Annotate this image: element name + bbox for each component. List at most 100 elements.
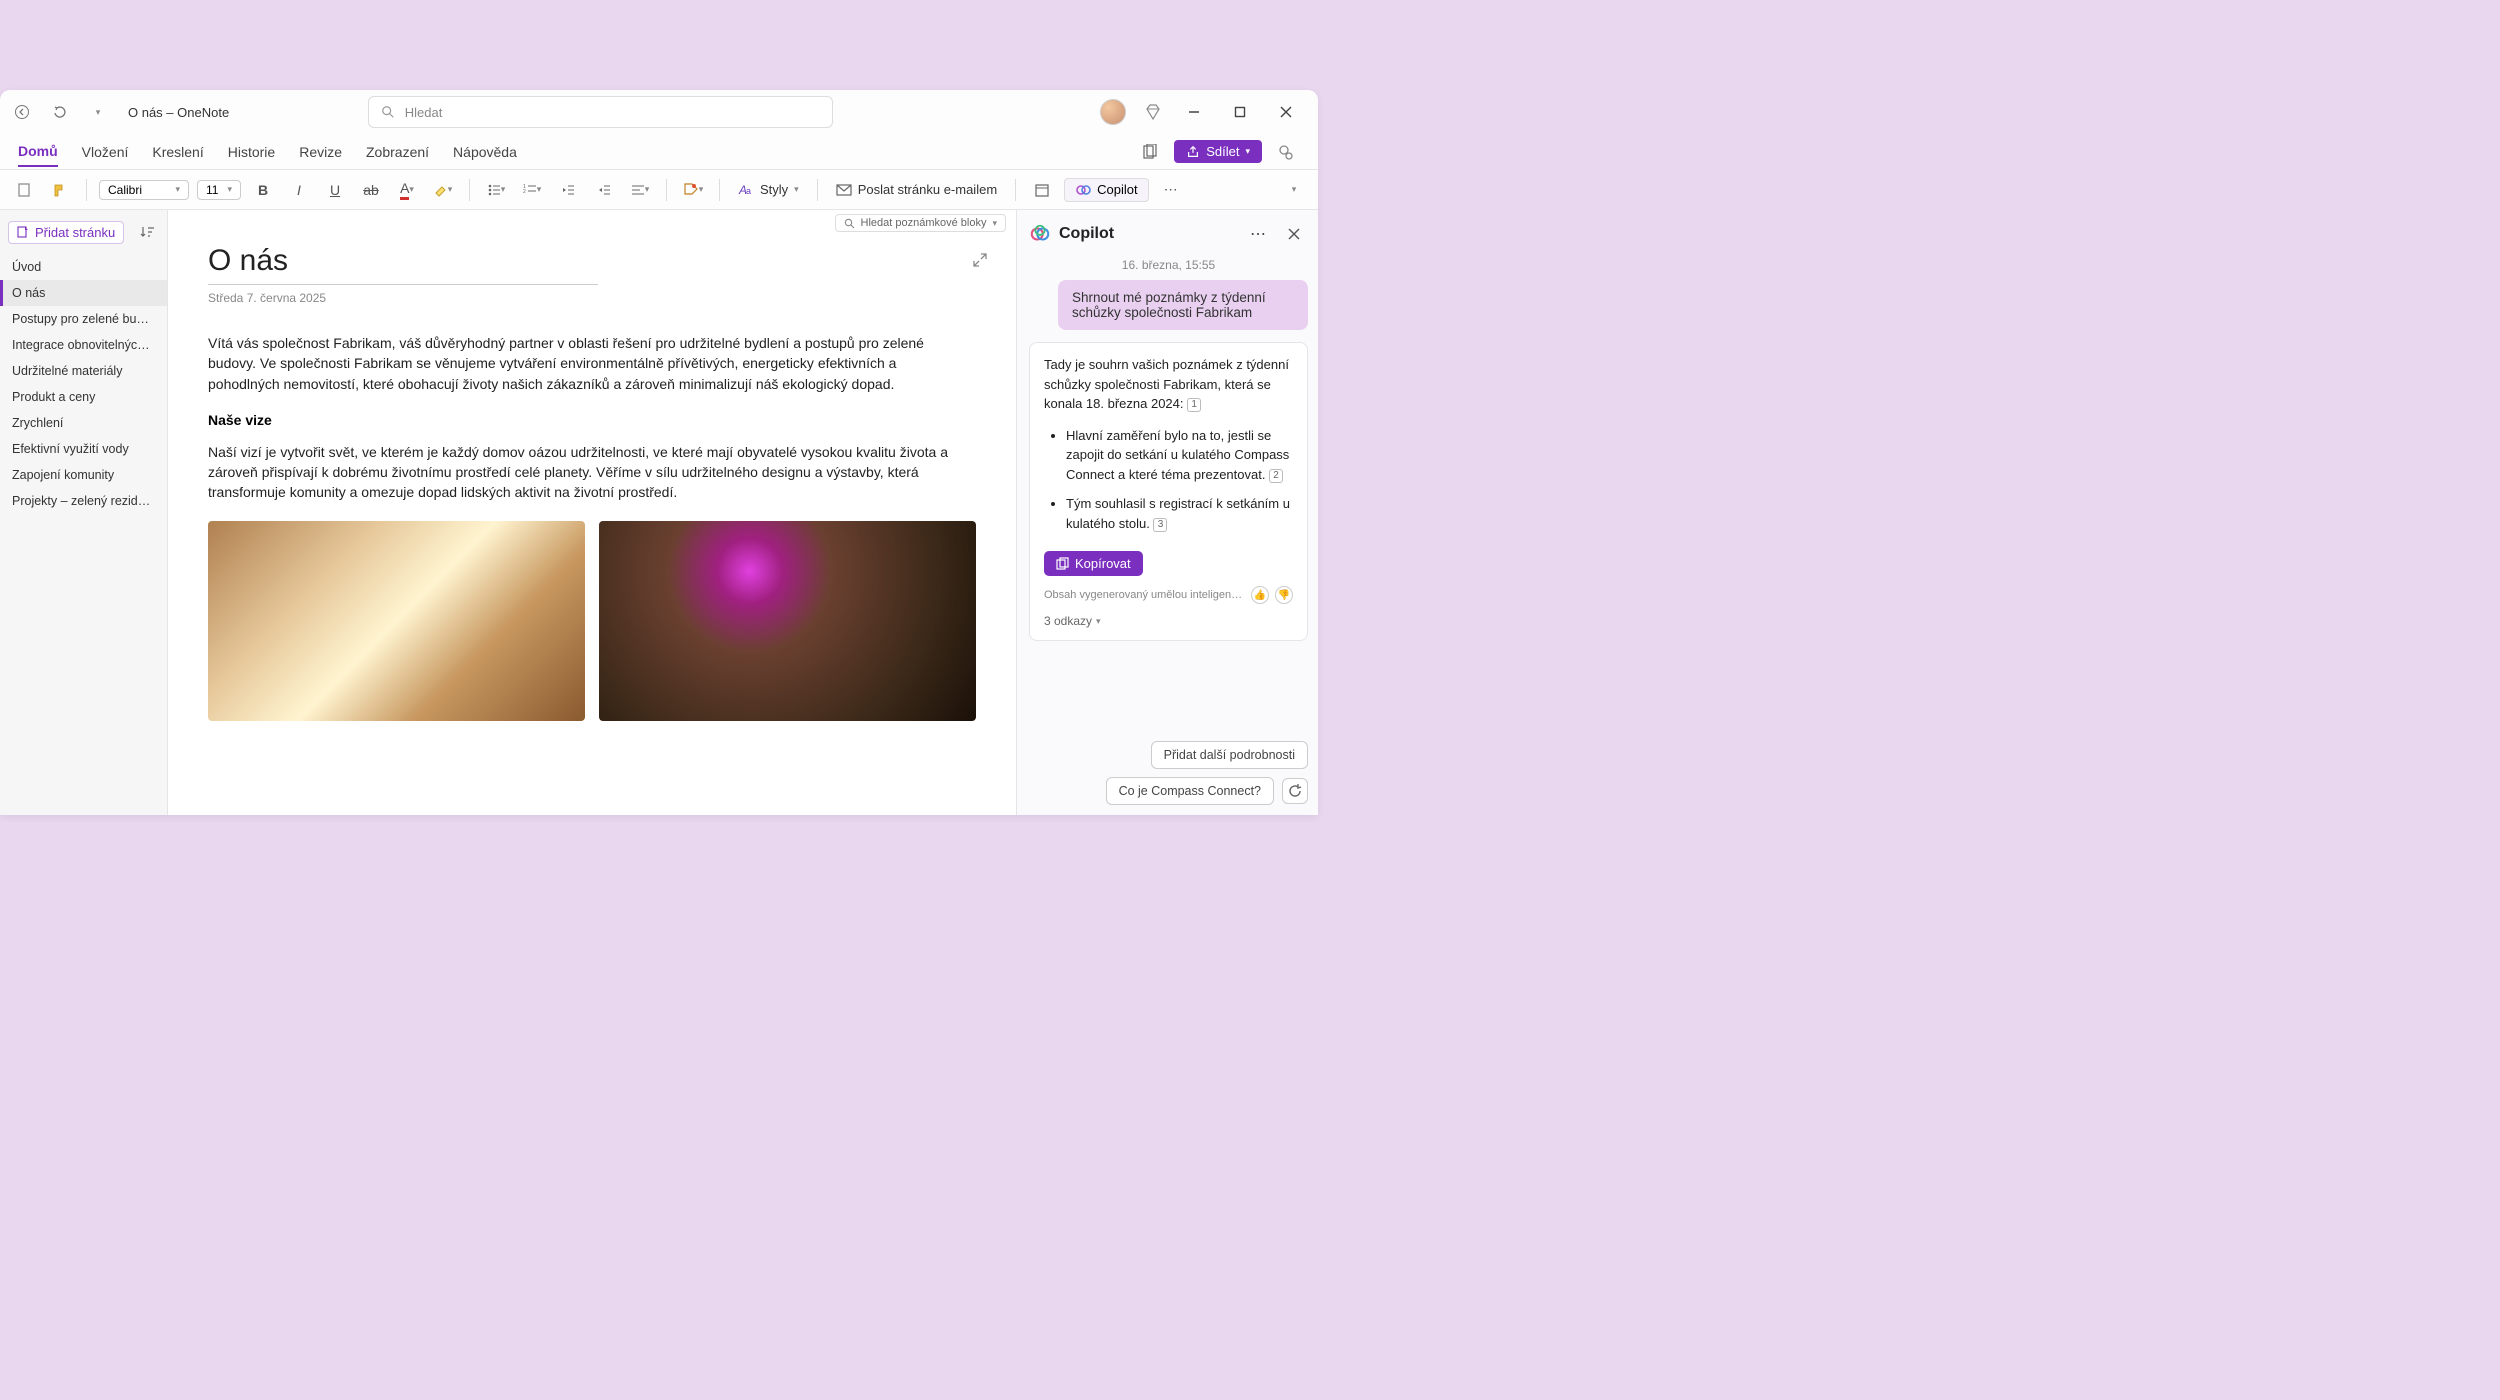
title-underline [208, 284, 598, 285]
svg-text:a: a [746, 186, 751, 196]
page-title[interactable]: O nás [208, 244, 976, 278]
regenerate-button[interactable] [1282, 778, 1308, 804]
font-name-select[interactable]: Calibri▾ [99, 180, 189, 200]
vision-paragraph[interactable]: Naší vizí je vytvořit svět, ve kterém je… [208, 442, 948, 503]
close-button[interactable] [1272, 98, 1300, 126]
sort-pages-button[interactable] [135, 220, 159, 244]
ribbon-copilot-button[interactable]: Copilot [1064, 178, 1148, 202]
tab-view[interactable]: Zobrazení [366, 138, 429, 166]
share-button[interactable]: Sdílet ▾ [1174, 140, 1262, 163]
meeting-button[interactable] [1028, 176, 1056, 204]
account-avatar[interactable] [1100, 99, 1126, 125]
add-page-icon [17, 226, 29, 238]
citation-1[interactable]: 1 [1187, 398, 1201, 412]
tab-history[interactable]: Historie [228, 138, 275, 166]
page-list-item[interactable]: O nás [0, 280, 167, 306]
font-size-select[interactable]: 11▾ [197, 180, 241, 200]
paste-button[interactable] [10, 176, 38, 204]
share-icon [1186, 145, 1200, 159]
align-button[interactable]: ▾ [626, 176, 654, 204]
strikethrough-button[interactable]: ab [357, 176, 385, 204]
tab-home[interactable]: Domů [18, 137, 58, 167]
outdent-button[interactable] [554, 176, 582, 204]
summary-lead: Tady je souhrn vašich poznámek z týdenní… [1044, 355, 1293, 414]
intro-paragraph[interactable]: Vítá vás společnost Fabrikam, váš důvěry… [208, 333, 948, 394]
suggestion-2[interactable]: Co je Compass Connect? [1106, 777, 1274, 805]
copilot-pane-title: Copilot [1059, 225, 1236, 243]
vision-heading[interactable]: Naše vize [208, 412, 976, 428]
tab-review[interactable]: Revize [299, 138, 342, 166]
page-list-item[interactable]: Úvod [0, 254, 167, 280]
references-toggle[interactable]: 3 odkazy ▾ [1044, 614, 1293, 628]
page-list-item[interactable]: Udržitelné materiály [0, 358, 167, 384]
back-button[interactable] [8, 98, 36, 126]
expand-page-button[interactable] [972, 252, 988, 268]
more-commands-button[interactable]: ⋯ [1157, 176, 1185, 204]
underline-button[interactable]: U [321, 176, 349, 204]
search-input[interactable]: Hledat [368, 96, 833, 128]
page-list-item[interactable]: Postupy pro zelené budovy [0, 306, 167, 332]
font-color-button[interactable]: A ▾ [393, 176, 421, 204]
page-list-item[interactable]: Zapojení komunity [0, 462, 167, 488]
format-painter-button[interactable] [46, 176, 74, 204]
diamond-icon[interactable] [1144, 103, 1162, 121]
search-notebooks-input[interactable]: Hledat poznámkové bloky ▾ [835, 214, 1007, 232]
indent-button[interactable] [590, 176, 618, 204]
mode-switcher-icon[interactable] [1136, 138, 1164, 166]
content-image-2[interactable] [599, 521, 976, 721]
add-page-button[interactable]: Přidat stránku [8, 221, 124, 244]
styles-button[interactable]: Aa Styly ▾ [732, 179, 805, 201]
page-list-sidebar: Přidat stránku ÚvodO násPostupy pro zele… [0, 210, 168, 815]
copy-icon [1056, 557, 1069, 570]
search-icon [381, 105, 395, 119]
app-window: ▾ O nás – OneNote Hledat Domů Vložení Kr… [0, 90, 1318, 815]
suggestion-1[interactable]: Přidat další podrobnosti [1151, 741, 1308, 769]
envelope-icon [836, 182, 852, 198]
tab-insert[interactable]: Vložení [82, 138, 129, 166]
page-list-item[interactable]: Produkt a ceny [0, 384, 167, 410]
bullets-button[interactable]: ▾ [482, 176, 510, 204]
page-canvas[interactable]: Hledat poznámkové bloky ▾ O nás Středa 7… [168, 210, 1016, 815]
quick-access-dropdown[interactable]: ▾ [84, 98, 112, 126]
ai-disclaimer: Obsah vygenerovaný umělou inteligencí mů… [1044, 589, 1245, 601]
user-prompt-bubble: Shrnout mé poznámky z týdenní schůzky sp… [1058, 280, 1308, 330]
highlight-button[interactable]: ▾ [429, 176, 457, 204]
page-list-item[interactable]: Integrace obnovitelných… [0, 332, 167, 358]
numbering-button[interactable]: 12 ▾ [518, 176, 546, 204]
window-title: O nás – OneNote [128, 105, 229, 120]
page-date: Středa 7. června 2025 [208, 291, 976, 305]
undo-button[interactable] [46, 98, 74, 126]
copilot-more-button[interactable]: ⋯ [1244, 220, 1272, 248]
minimize-button[interactable] [1180, 98, 1208, 126]
search-icon [844, 218, 855, 229]
ribbon-tabs: Domů Vložení Kreslení Historie Revize Zo… [0, 134, 1318, 170]
copilot-logo-icon [1029, 223, 1051, 245]
ribbon-collapse-button[interactable]: ▾ [1280, 176, 1308, 204]
thumbs-up-button[interactable]: 👍 [1251, 586, 1269, 604]
page-list-item[interactable]: Zrychlení [0, 410, 167, 436]
citation-3[interactable]: 3 [1153, 518, 1167, 532]
copy-button[interactable]: Kopírovat [1044, 551, 1143, 576]
copilot-header-icon[interactable] [1272, 138, 1300, 166]
page-list-item[interactable]: Efektivní využití vody [0, 436, 167, 462]
summary-bullet-1: Hlavní zaměření bylo na to, jestli se za… [1066, 426, 1293, 485]
maximize-button[interactable] [1226, 98, 1254, 126]
titlebar: ▾ O nás – OneNote Hledat [0, 90, 1318, 134]
ribbon-toolbar: Calibri▾ 11▾ B I U ab A ▾ ▾ ▾ 12 ▾ ▾ ▾ A… [0, 170, 1318, 210]
citation-2[interactable]: 2 [1269, 469, 1283, 483]
copilot-icon [1075, 182, 1091, 198]
thumbs-down-button[interactable]: 👎 [1275, 586, 1293, 604]
search-placeholder: Hledat [405, 105, 443, 120]
tag-button[interactable]: ▾ [679, 176, 707, 204]
svg-text:2: 2 [523, 189, 526, 195]
styles-icon: Aa [738, 182, 754, 198]
tab-help[interactable]: Nápověda [453, 138, 517, 166]
copilot-close-button[interactable] [1280, 220, 1308, 248]
tab-draw[interactable]: Kreslení [152, 138, 203, 166]
bold-button[interactable]: B [249, 176, 277, 204]
italic-button[interactable]: I [285, 176, 313, 204]
copilot-response-card: Tady je souhrn vašich poznámek z týdenní… [1029, 342, 1308, 641]
content-image-1[interactable] [208, 521, 585, 721]
page-list-item[interactable]: Projekty – zelený reziden… [0, 488, 167, 514]
email-page-button[interactable]: Poslat stránku e-mailem [830, 179, 1003, 201]
